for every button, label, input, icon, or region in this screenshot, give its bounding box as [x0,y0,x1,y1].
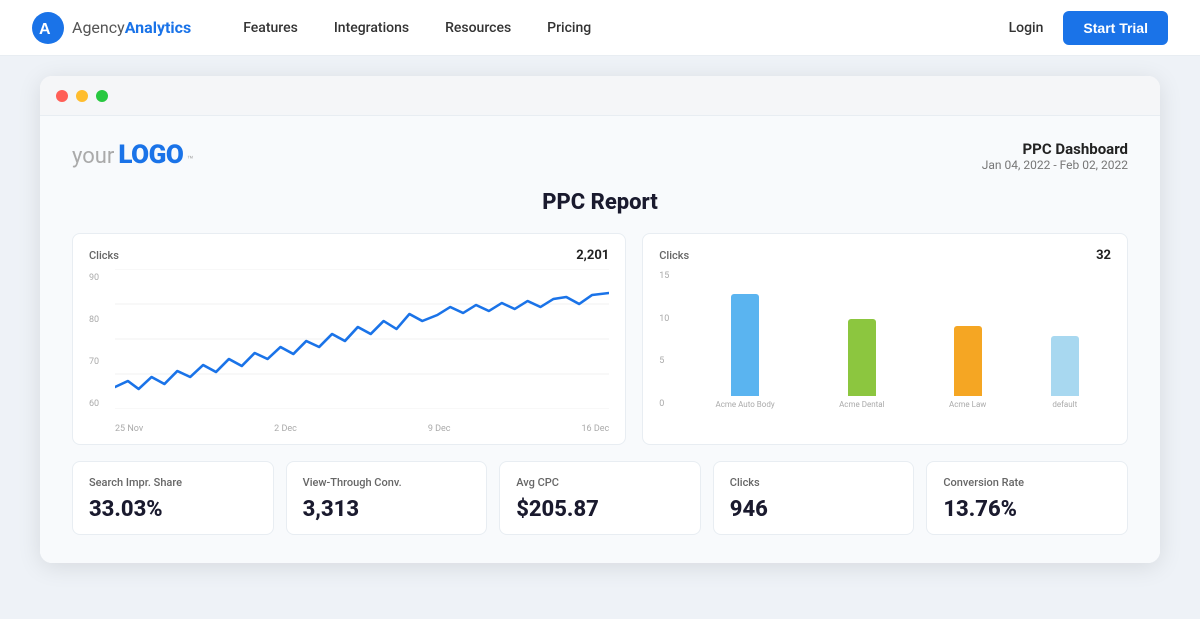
agency-analytics-icon: A [32,12,64,44]
nav-right: Login Start Trial [1009,11,1168,45]
stat-label-1: View-Through Conv. [303,476,471,489]
main-area: your LOGO ™ PPC Dashboard Jan 04, 2022 -… [0,56,1200,619]
nav-logo-text: AgencyAnalytics [72,18,191,37]
line-chart-card: Clicks 2,201 90 80 70 60 [72,233,626,445]
login-link[interactable]: Login [1009,20,1044,36]
navbar: A AgencyAnalytics Features Integrations … [0,0,1200,56]
stat-value-2: $205.87 [516,497,684,522]
line-chart-value: 2,201 [576,248,609,263]
bar-chart-card: Clicks 32 15 10 5 0 [642,233,1128,445]
x-label-16dec: 16 Dec [581,424,609,434]
stat-card-conversion-rate: Conversion Rate 13.76% [926,461,1128,535]
dash-date: Jan 04, 2022 - Feb 02, 2022 [982,158,1128,172]
bar-label-4: default [1052,400,1077,409]
window-maximize-dot[interactable] [96,90,108,102]
bar-y-0: 0 [659,399,669,409]
y-label-70: 70 [89,357,99,367]
report-title: PPC Report [72,190,1128,215]
stat-card-search-impr: Search Impr. Share 33.03% [72,461,274,535]
bar-label-2: Acme Dental [839,400,884,409]
bar-group-4: default [1051,336,1079,409]
x-label-9dec: 9 Dec [428,424,451,434]
bar-label-1: Acme Auto Body [715,400,774,409]
svg-text:A: A [39,21,51,38]
line-chart-area: 90 80 70 60 [89,269,609,434]
nav-logo[interactable]: A AgencyAnalytics [32,12,191,44]
line-chart-label: Clicks [89,249,119,262]
bar-acme-law [954,326,982,396]
bar-y-10: 10 [659,314,669,324]
bar-acme-auto-body [731,294,759,396]
bar-group-2: Acme Dental [839,319,884,409]
bar-y-5: 5 [659,356,669,366]
bar-y-15: 15 [659,271,669,281]
bar-group-3: Acme Law [949,326,986,409]
stat-label-2: Avg CPC [516,476,684,489]
bar-chart-value: 32 [1096,248,1111,263]
line-chart-svg [115,269,609,409]
stat-label-3: Clicks [730,476,898,489]
stat-card-avg-cpc: Avg CPC $205.87 [499,461,701,535]
logo-area: your LOGO ™ [72,140,194,170]
start-trial-button[interactable]: Start Trial [1063,11,1168,45]
bar-chart-area: 15 10 5 0 Acme Auto Body [659,269,1111,434]
dash-header: your LOGO ™ PPC Dashboard Jan 04, 2022 -… [72,140,1128,172]
x-label-25nov: 25 Nov [115,424,143,434]
logo-tm: ™ [187,155,193,166]
stat-value-4: 13.76% [943,497,1111,522]
nav-link-resources[interactable]: Resources [445,20,511,36]
line-chart-header: Clicks 2,201 [89,248,609,263]
stat-label-4: Conversion Rate [943,476,1111,489]
bar-label-3: Acme Law [949,400,986,409]
stat-label-0: Search Impr. Share [89,476,257,489]
bars-container: Acme Auto Body Acme Dental Acme Law [683,269,1111,409]
stat-card-view-through: View-Through Conv. 3,313 [286,461,488,535]
stat-value-1: 3,313 [303,497,471,522]
dashboard: your LOGO ™ PPC Dashboard Jan 04, 2022 -… [40,116,1160,563]
nav-link-pricing[interactable]: Pricing [547,20,591,36]
y-label-80: 80 [89,315,99,325]
window-close-dot[interactable] [56,90,68,102]
stat-value-3: 946 [730,497,898,522]
logo-bold-text: LOGO [118,140,183,170]
browser-titlebar [40,76,1160,116]
logo-your-text: your [72,144,114,169]
nav-links: Features Integrations Resources Pricing [243,20,968,36]
stats-row: Search Impr. Share 33.03% View-Through C… [72,461,1128,535]
stat-card-clicks: Clicks 946 [713,461,915,535]
dash-title: PPC Dashboard [982,140,1128,158]
window-minimize-dot[interactable] [76,90,88,102]
y-label-60: 60 [89,399,99,409]
charts-row: Clicks 2,201 90 80 70 60 [72,233,1128,445]
dash-title-area: PPC Dashboard Jan 04, 2022 - Feb 02, 202… [982,140,1128,172]
bar-acme-dental [848,319,876,396]
stat-value-0: 33.03% [89,497,257,522]
x-label-2dec: 2 Dec [274,424,297,434]
nav-link-features[interactable]: Features [243,20,298,36]
browser-window: your LOGO ™ PPC Dashboard Jan 04, 2022 -… [40,76,1160,563]
y-label-90: 90 [89,273,99,283]
bar-chart-label: Clicks [659,249,689,262]
nav-link-integrations[interactable]: Integrations [334,20,409,36]
bar-group-1: Acme Auto Body [715,294,774,409]
bar-chart-header: Clicks 32 [659,248,1111,263]
bar-default [1051,336,1079,396]
